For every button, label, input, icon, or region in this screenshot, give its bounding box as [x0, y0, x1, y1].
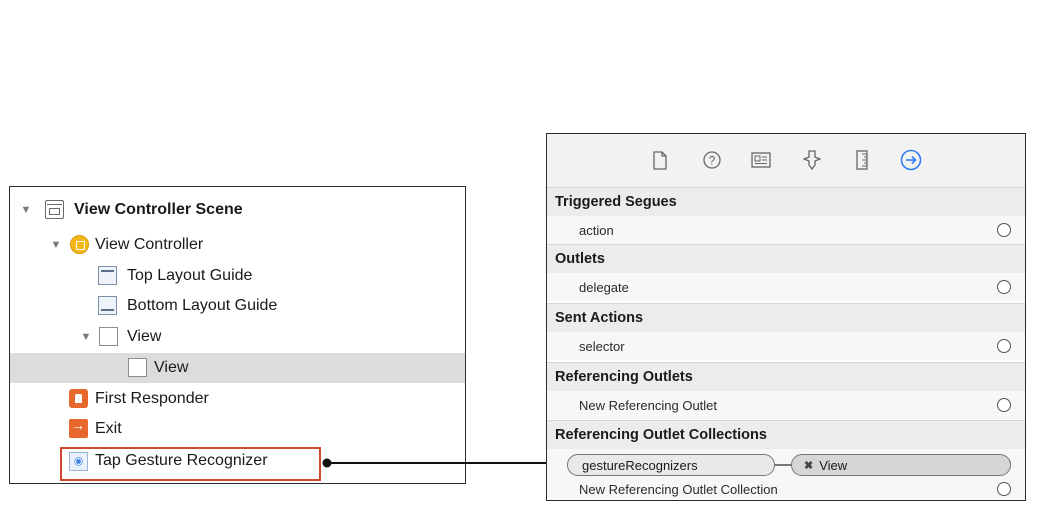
outline-row-exit[interactable]: Exit	[10, 414, 465, 444]
connection-circle-icon[interactable]	[997, 339, 1011, 353]
outline-item-label: View	[127, 328, 162, 345]
outline-item-label: View Controller Scene	[74, 201, 243, 218]
size-inspector-icon[interactable]	[851, 149, 873, 171]
connection-label: New Referencing Outlet Collection	[579, 481, 778, 497]
connection-row-new-referencing-outlet[interactable]: New Referencing Outlet	[547, 391, 1025, 419]
highlight-box	[60, 447, 321, 481]
disconnect-x-icon[interactable]: ✖	[804, 459, 813, 472]
pill-link-line	[774, 464, 792, 466]
outlet-target-label: View	[819, 457, 848, 473]
connection-row-selector[interactable]: selector	[547, 332, 1025, 360]
inspector-toolbar: ?	[547, 134, 1025, 188]
outline-row-scene[interactable]: ▼ View Controller Scene	[10, 195, 465, 225]
outline-item-label: Exit	[95, 420, 122, 437]
view-icon	[128, 358, 147, 377]
section-header-outlets: Outlets	[547, 244, 1025, 273]
view-icon	[99, 327, 118, 346]
outline-row-bottom-layout-guide[interactable]: Bottom Layout Guide	[10, 291, 465, 321]
outline-row-view[interactable]: ▼ View	[10, 322, 465, 352]
connection-label: selector	[579, 338, 625, 354]
section-title: Outlets	[555, 251, 605, 267]
outline-item-label: Bottom Layout Guide	[127, 297, 278, 314]
connection-label: New Referencing Outlet	[579, 397, 718, 413]
connection-pill[interactable]: gestureRecognizers ✖ View	[567, 454, 1011, 476]
outline-item-label: First Responder	[95, 390, 209, 407]
outlet-name-pill[interactable]: gestureRecognizers	[567, 454, 775, 476]
connection-row-delegate[interactable]: delegate	[547, 273, 1025, 301]
bottom-layout-guide-icon	[98, 296, 117, 315]
connection-label: action	[579, 222, 614, 238]
section-header-referencing-outlets: Referencing Outlets	[547, 362, 1025, 391]
disclosure-triangle-icon[interactable]: ▼	[50, 239, 62, 251]
connection-circle-icon[interactable]	[997, 482, 1011, 496]
section-title: Triggered Segues	[555, 194, 677, 210]
outlet-target-pill[interactable]: ✖ View	[791, 454, 1011, 476]
section-header-referencing-outlet-collections: Referencing Outlet Collections	[547, 420, 1025, 449]
outline-item-label: View	[154, 359, 189, 376]
storyboard-scene-icon	[45, 200, 64, 219]
connections-inspector-panel: ? Triggered Segues action Outlets delega…	[546, 133, 1026, 501]
disclosure-triangle-icon[interactable]: ▼	[80, 331, 92, 343]
section-title: Referencing Outlet Collections	[555, 427, 767, 443]
outline-row-view-child[interactable]: View	[10, 353, 465, 383]
connection-row-action[interactable]: action	[547, 216, 1025, 244]
outline-item-label: Top Layout Guide	[127, 267, 253, 284]
attributes-inspector-icon[interactable]	[801, 149, 823, 171]
section-header-triggered-segues: Triggered Segues	[547, 187, 1025, 216]
outline-row-first-responder[interactable]: First Responder	[10, 384, 465, 414]
section-title: Referencing Outlets	[555, 369, 693, 385]
connections-inspector-icon[interactable]	[900, 149, 922, 171]
view-controller-icon	[70, 235, 89, 254]
top-layout-guide-icon	[98, 266, 117, 285]
file-inspector-icon[interactable]	[649, 149, 671, 171]
section-header-sent-actions: Sent Actions	[547, 303, 1025, 332]
outline-row-view-controller[interactable]: ▼ View Controller	[10, 230, 465, 260]
section-title: Sent Actions	[555, 310, 644, 326]
connection-circle-icon[interactable]	[997, 398, 1011, 412]
svg-text:?: ?	[709, 154, 716, 168]
connection-row-new-referencing-outlet-collection[interactable]: New Referencing Outlet Collection	[547, 477, 1025, 500]
disclosure-triangle-icon[interactable]: ▼	[20, 204, 32, 216]
first-responder-icon	[69, 389, 88, 408]
outline-row-top-layout-guide[interactable]: Top Layout Guide	[10, 261, 465, 291]
identity-inspector-icon[interactable]	[750, 149, 772, 171]
outline-item-label: View Controller	[95, 236, 204, 253]
quick-help-icon[interactable]: ?	[701, 149, 723, 171]
connection-circle-icon[interactable]	[997, 280, 1011, 294]
connection-label: delegate	[579, 279, 629, 295]
exit-icon	[69, 417, 88, 438]
document-outline-panel: ▼ View Controller Scene ▼ View Controlle…	[9, 186, 466, 484]
connection-circle-icon[interactable]	[997, 223, 1011, 237]
